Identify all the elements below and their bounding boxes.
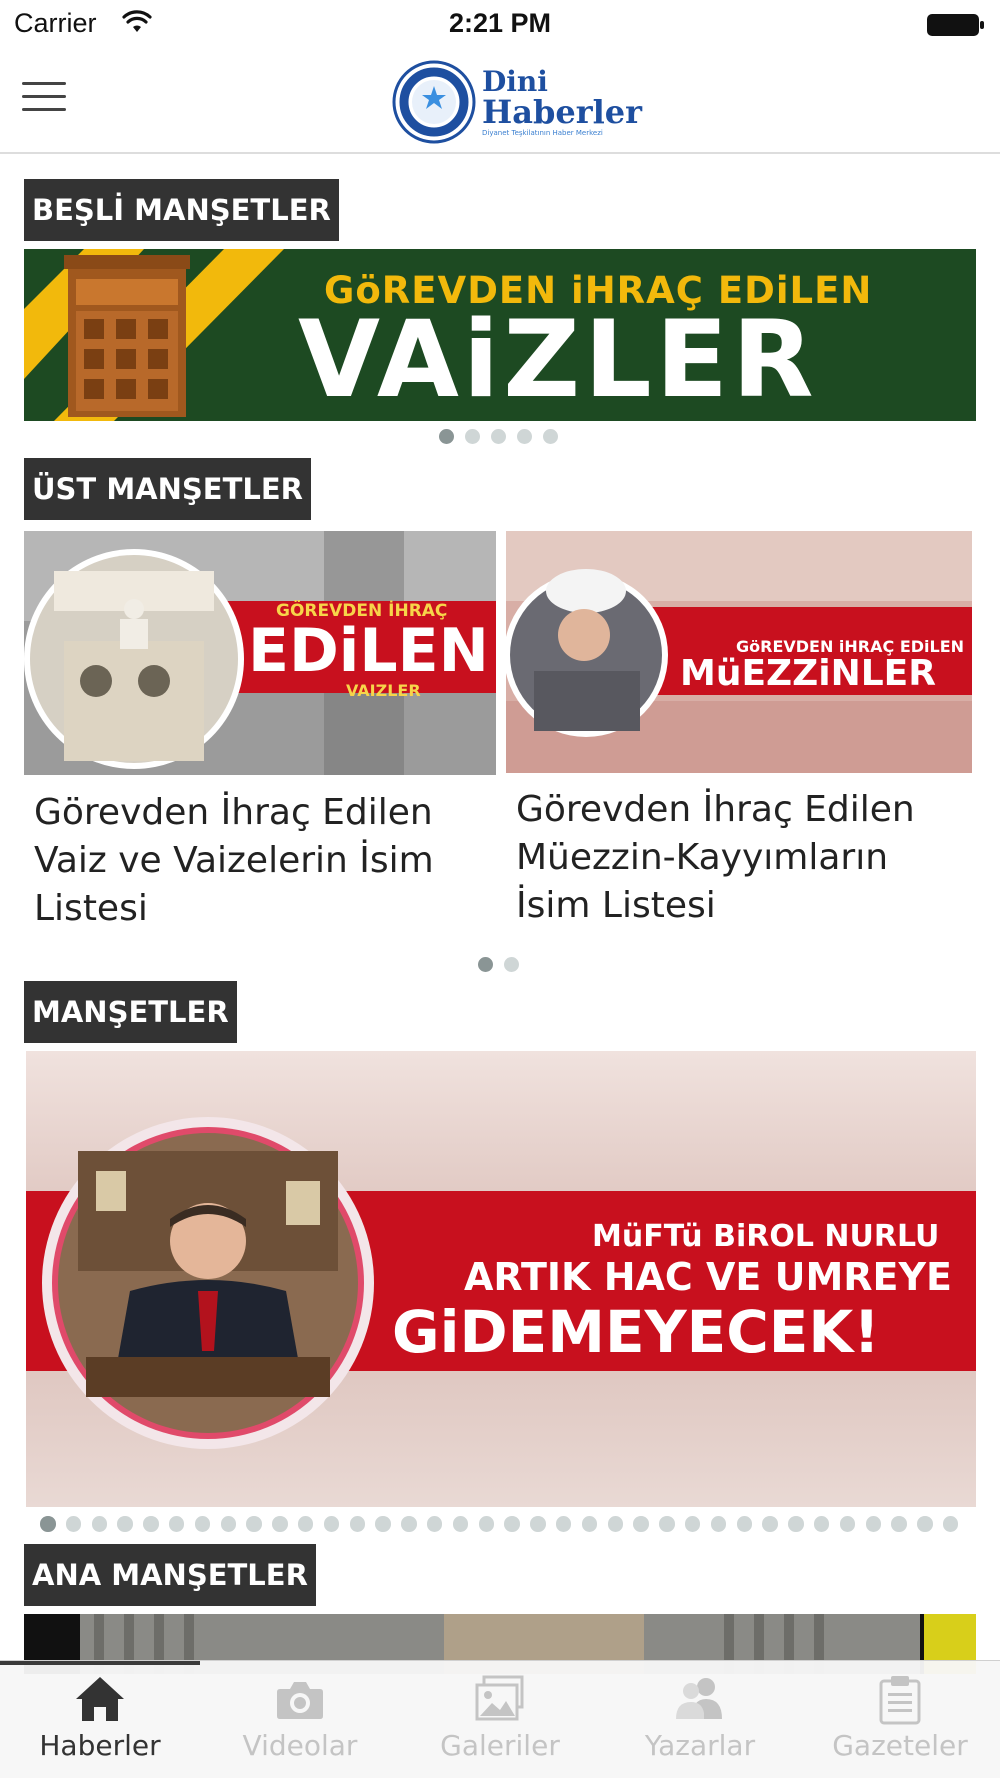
ust-card-1-title-line2: Vaiz ve Vaizelerin İsim bbox=[34, 840, 434, 881]
page-dot[interactable] bbox=[401, 1516, 417, 1532]
mansetler-page-indicator[interactable] bbox=[40, 1516, 959, 1532]
bottom-tab-bar: Haberler Videolar Galeriler Yazarlar Gaz… bbox=[0, 1660, 1000, 1778]
tab-label-yazarlar: Yazarlar bbox=[644, 1729, 756, 1762]
camera-icon bbox=[277, 1682, 323, 1719]
tab-haberler[interactable]: Haberler bbox=[0, 1661, 200, 1778]
logo-subtitle: Diyanet Teşkilatının Haber Merkezi bbox=[482, 128, 603, 137]
tab-label-galeriler: Galeriler bbox=[440, 1729, 560, 1762]
mansetler-headline-banner[interactable]: MüFTü BiROL NURLU ARTIK HAC VE UMREYE Gi… bbox=[26, 1051, 976, 1507]
ust-page-indicator[interactable] bbox=[478, 957, 519, 972]
users-icon bbox=[676, 1678, 722, 1719]
besli-headline-banner[interactable]: GöREVDEN iHRAÇ EDiLEN VAiZLER bbox=[24, 249, 976, 421]
page-dot[interactable] bbox=[891, 1516, 907, 1532]
page-dot[interactable] bbox=[710, 1516, 727, 1532]
home-icon bbox=[76, 1677, 124, 1721]
page-dot[interactable] bbox=[504, 957, 519, 972]
page-dot[interactable] bbox=[839, 1516, 856, 1532]
page-dot[interactable] bbox=[517, 429, 532, 444]
tab-videolar[interactable]: Videolar bbox=[200, 1661, 400, 1778]
page-dot[interactable] bbox=[349, 1516, 366, 1532]
page-dot[interactable] bbox=[439, 429, 454, 444]
page-dot[interactable] bbox=[942, 1516, 959, 1532]
page-dot[interactable] bbox=[465, 429, 480, 444]
page-dot[interactable] bbox=[607, 1516, 624, 1532]
page-dot[interactable] bbox=[272, 1516, 288, 1532]
gallery-icon bbox=[475, 1675, 524, 1721]
wifi-icon bbox=[122, 10, 152, 32]
ust-card-1-title-line1: Görevden İhraç Edilen bbox=[34, 792, 433, 833]
section-header-mansetler: MANŞETLER bbox=[24, 981, 237, 1043]
page-dot[interactable] bbox=[323, 1516, 340, 1532]
page-dot[interactable] bbox=[491, 429, 506, 444]
mansetler-banner-line3: GiDEMEYECEK! bbox=[392, 1298, 880, 1366]
page-dot[interactable] bbox=[917, 1516, 933, 1532]
status-bar: Carrier 2:21 PM bbox=[0, 0, 1000, 50]
page-dot[interactable] bbox=[117, 1516, 133, 1532]
battery-icon bbox=[927, 14, 984, 36]
page-dot[interactable] bbox=[478, 957, 493, 972]
mansetler-banner-line1: MüFTü BiROL NURLU bbox=[592, 1219, 940, 1254]
page-dot[interactable] bbox=[194, 1516, 211, 1532]
tab-yazarlar[interactable]: Yazarlar bbox=[600, 1661, 800, 1778]
page-dot[interactable] bbox=[504, 1516, 520, 1532]
page-dot[interactable] bbox=[426, 1516, 443, 1532]
ust-card-2-image[interactable]: GöREVDEN iHRAÇ EDiLEN MüEZZiNLER bbox=[506, 531, 972, 773]
app-logo[interactable]: Dini Haberler Diyanet Teşkilatının Haber… bbox=[392, 58, 642, 146]
page-dot[interactable] bbox=[375, 1516, 391, 1532]
page-dot[interactable] bbox=[633, 1516, 649, 1532]
page-dot[interactable] bbox=[788, 1516, 804, 1532]
page-dot[interactable] bbox=[478, 1516, 495, 1532]
tab-galeriler[interactable]: Galeriler bbox=[400, 1661, 600, 1778]
section-header-ust: ÜST MANŞETLER bbox=[24, 458, 311, 520]
page-dot[interactable] bbox=[452, 1516, 469, 1532]
page-dot[interactable] bbox=[246, 1516, 262, 1532]
ust-card-2-title[interactable]: Görevden İhraç Edilen Müezzin-Kayyımları… bbox=[516, 786, 972, 930]
mansetler-banner-line2: ARTIK HAC VE UMREYE bbox=[464, 1255, 952, 1299]
page-dot[interactable] bbox=[736, 1516, 753, 1532]
section-header-ana: ANA MANŞETLER bbox=[24, 1544, 316, 1606]
navigation-bar: Dini Haberler Diyanet Teşkilatının Haber… bbox=[0, 50, 1000, 154]
page-dot[interactable] bbox=[762, 1516, 778, 1532]
tab-gazeteler[interactable]: Gazeteler bbox=[800, 1661, 1000, 1778]
ust-card-1-image[interactable]: GÖREVDEN İHRAÇ EDiLEN VAIZLER bbox=[24, 531, 496, 775]
section-header-besli: BEŞLİ MANŞETLER bbox=[24, 179, 339, 241]
page-dot[interactable] bbox=[40, 1516, 56, 1532]
logo-text: Dini Haberler Diyanet Teşkilatının Haber… bbox=[482, 64, 642, 137]
page-dot[interactable] bbox=[91, 1516, 108, 1532]
page-dot[interactable] bbox=[65, 1516, 82, 1532]
tab-label-haberler: Haberler bbox=[39, 1729, 161, 1762]
ust-card-2-title-line1: Görevden İhraç Edilen bbox=[516, 789, 915, 830]
page-dot[interactable] bbox=[530, 1516, 546, 1532]
ust-card-1-image-main: EDiLEN bbox=[248, 616, 489, 686]
logo-line-1: Dini bbox=[482, 64, 548, 98]
page-dot[interactable] bbox=[813, 1516, 830, 1532]
ust-card-1-title-line3: Listesi bbox=[34, 888, 148, 929]
besli-page-indicator[interactable] bbox=[439, 429, 558, 444]
page-dot[interactable] bbox=[297, 1516, 314, 1532]
page-dot[interactable] bbox=[865, 1516, 881, 1532]
ust-card-1-image-sub: VAIZLER bbox=[346, 681, 421, 700]
page-dot[interactable] bbox=[555, 1516, 572, 1532]
page-dot[interactable] bbox=[220, 1516, 237, 1532]
besli-banner-line2: VAiZLER bbox=[298, 298, 818, 421]
ust-card-2-title-line3: İsim Listesi bbox=[516, 885, 716, 926]
ust-card-2-image-main: MüEZZiNLER bbox=[680, 653, 936, 694]
tab-label-videolar: Videolar bbox=[242, 1729, 358, 1762]
page-dot[interactable] bbox=[168, 1516, 185, 1532]
logo-line-2: Haberler bbox=[482, 92, 642, 131]
page-dot[interactable] bbox=[684, 1516, 701, 1532]
tab-label-gazeteler: Gazeteler bbox=[832, 1729, 968, 1762]
page-dot[interactable] bbox=[581, 1516, 598, 1532]
hamburger-menu-icon[interactable] bbox=[22, 82, 66, 118]
page-dot[interactable] bbox=[659, 1516, 675, 1532]
clipboard-icon bbox=[879, 1676, 921, 1725]
page-dot[interactable] bbox=[143, 1516, 159, 1532]
page-dot[interactable] bbox=[543, 429, 558, 444]
carrier-label: Carrier bbox=[14, 8, 97, 38]
ust-card-2-title-line2: Müezzin-Kayyımların bbox=[516, 837, 889, 878]
ust-card-1-title[interactable]: Görevden İhraç Edilen Vaiz ve Vaizelerin… bbox=[34, 789, 494, 933]
logo-seal-icon bbox=[392, 60, 476, 144]
